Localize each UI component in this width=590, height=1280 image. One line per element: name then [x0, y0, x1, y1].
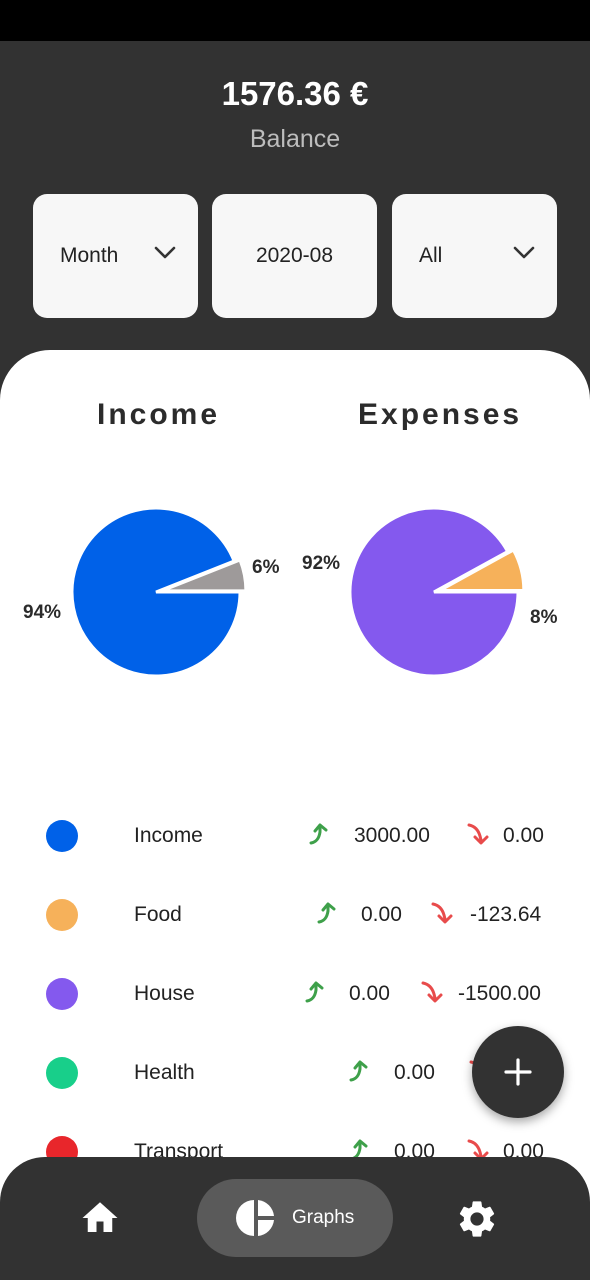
arrow-up-right-icon — [304, 980, 330, 1004]
category-color-dot — [46, 978, 78, 1010]
income-value: 0.00 — [394, 1061, 435, 1084]
income-value: 0.00 — [349, 982, 390, 1005]
status-bar — [0, 0, 590, 41]
header: 1576.36 € Balance Month 2020-08 All — [0, 41, 590, 401]
income-value: 3000.00 — [354, 824, 430, 847]
category-name: Food — [134, 903, 182, 926]
legend-row-house[interactable]: House 0.00 -1500.00 — [0, 974, 590, 1014]
home-icon[interactable] — [79, 1197, 121, 1239]
arrow-up-right-icon — [316, 901, 342, 925]
income-pct-minor: 6% — [252, 557, 280, 578]
period-select-value: Month — [60, 244, 119, 267]
date-picker[interactable]: 2020-08 — [212, 194, 377, 318]
gear-icon[interactable] — [455, 1197, 499, 1241]
legend-row-income[interactable]: Income 3000.00 0.00 — [0, 816, 590, 856]
pie-chart-icon — [236, 1200, 274, 1236]
category-name: Income — [134, 824, 203, 847]
expenses-pie-chart[interactable] — [344, 502, 524, 682]
expense-value: -123.64 — [470, 903, 542, 926]
chevron-down-icon — [513, 246, 535, 259]
category-select-value: All — [419, 244, 443, 267]
category-select[interactable]: All — [392, 194, 557, 318]
expenses-pct-major: 92% — [302, 553, 341, 574]
arrow-up-right-icon — [348, 1059, 374, 1083]
category-color-dot — [46, 820, 78, 852]
income-pct-major: 94% — [23, 602, 62, 623]
income-value: 0.00 — [361, 903, 402, 926]
arrow-down-right-icon — [420, 980, 446, 1004]
category-color-dot — [46, 899, 78, 931]
income-pie-chart[interactable] — [66, 502, 246, 682]
date-picker-value: 2020-08 — [255, 244, 334, 267]
category-color-dot — [46, 1057, 78, 1089]
arrow-up-right-icon — [308, 822, 334, 846]
expenses-pct-minor: 8% — [530, 607, 558, 628]
income-chart-title: Income — [97, 398, 221, 431]
graphs-card: Income Expenses 94% 6% 92% 8% Income 3000… — [0, 350, 590, 1280]
chevron-down-icon — [154, 246, 176, 259]
legend-row-food[interactable]: Food 0.00 -123.64 — [0, 895, 590, 935]
expenses-chart-title: Expenses — [358, 398, 523, 431]
bottom-nav: Graphs — [0, 1157, 590, 1280]
expense-value: -1500.00 — [458, 982, 541, 1005]
arrow-down-right-icon — [466, 822, 492, 846]
balance-label: Balance — [249, 125, 341, 153]
expense-value: 0.00 — [503, 824, 544, 847]
add-transaction-button[interactable] — [472, 1026, 564, 1118]
nav-graphs-label: Graphs — [292, 1207, 355, 1228]
plus-icon — [504, 1058, 532, 1086]
period-select[interactable]: Month — [33, 194, 198, 318]
nav-graphs[interactable]: Graphs — [197, 1179, 393, 1257]
category-name: House — [134, 982, 195, 1005]
balance-amount: 1576.36 € — [221, 75, 369, 112]
category-name: Health — [134, 1061, 195, 1084]
arrow-down-right-icon — [430, 901, 456, 925]
